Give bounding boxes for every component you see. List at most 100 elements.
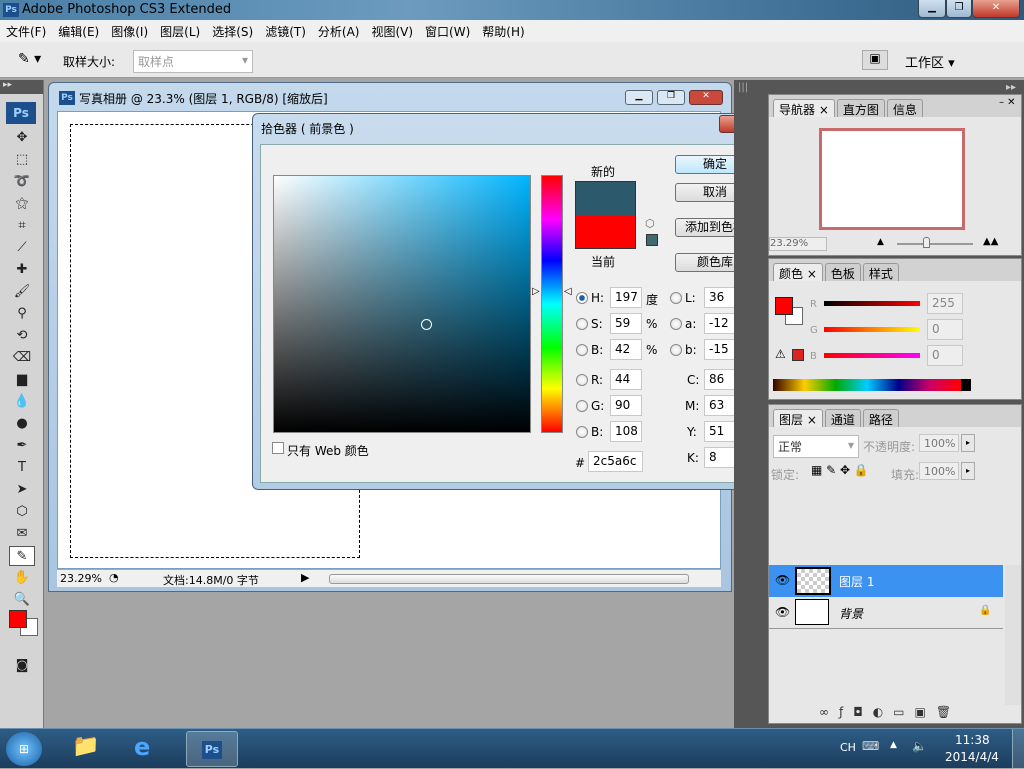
eraser-tool-icon[interactable]: ⌫ [9, 348, 35, 368]
color-r-input[interactable]: 255 [927, 293, 963, 314]
web-safe-swatch[interactable] [646, 234, 658, 246]
menu-window[interactable]: 窗口(W) [419, 20, 476, 42]
color-panel-fg-swatch[interactable] [775, 297, 793, 315]
type-tool-icon[interactable]: T [9, 458, 35, 478]
c-input[interactable]: 86 [704, 369, 736, 390]
tab-navigator[interactable]: 导航器 × [773, 99, 835, 117]
blur-tool-icon[interactable]: 💧 [9, 392, 35, 412]
gradient-tool-icon[interactable]: ▆ [9, 370, 35, 390]
m-input[interactable]: 63 [704, 395, 736, 416]
doc-minimize-button[interactable]: ▁ [625, 90, 653, 105]
fill-input[interactable]: 100% [919, 462, 959, 480]
photoshop-taskbar-button[interactable]: Ps [186, 731, 238, 767]
eyedropper-preset-icon[interactable]: ✎ ▾ [18, 51, 41, 67]
tab-paths[interactable]: 路径 [862, 409, 899, 427]
menu-image[interactable]: 图像(I) [105, 20, 154, 42]
menu-select[interactable]: 选择(S) [206, 20, 259, 42]
lock-icons[interactable]: ▦ ✎ ✥ 🔒 [811, 463, 869, 477]
fill-slider-arrow[interactable]: ▸ [961, 462, 975, 480]
color-ramp[interactable] [773, 379, 971, 391]
color-g-input[interactable]: 0 [927, 319, 963, 340]
y-input[interactable]: 51 [704, 421, 736, 442]
tab-histogram[interactable]: 直方图 [836, 99, 885, 117]
l-radio[interactable] [670, 292, 682, 304]
menu-layer[interactable]: 图层(L) [154, 20, 206, 42]
color-g-slider[interactable] [824, 327, 920, 332]
h-radio[interactable] [576, 292, 588, 304]
volume-icon[interactable]: 🔈 [912, 739, 927, 753]
doc-restore-button[interactable]: ❐ [657, 90, 685, 105]
notes-tool-icon[interactable]: ✉ [9, 524, 35, 544]
minimize-button[interactable]: ▁ [918, 0, 946, 18]
opacity-input[interactable]: 100% [919, 434, 959, 452]
dodge-tool-icon[interactable]: ● [9, 414, 35, 434]
blend-mode-select[interactable]: 正常 ▾ [773, 435, 859, 458]
zoom-out-icon[interactable]: ▲ [877, 237, 884, 247]
navigator-zoom-input[interactable]: 23.29% [769, 237, 827, 251]
language-indicator[interactable]: CH [840, 741, 856, 754]
sample-size-select[interactable]: 取样点 ▾ [133, 50, 253, 73]
ie-taskbar-icon[interactable]: e [134, 733, 150, 761]
layer-name[interactable]: 图层 1 [839, 573, 874, 590]
tab-layers[interactable]: 图层 × [773, 409, 823, 427]
g-input[interactable]: 90 [610, 395, 642, 416]
color-field[interactable] [273, 175, 531, 433]
marquee-tool-icon[interactable]: ⬚ [9, 150, 35, 170]
close-button[interactable]: ✕ [972, 0, 1020, 18]
zoom-in-icon[interactable]: ▲▲ [983, 236, 998, 247]
clock-time[interactable]: 11:38 [955, 733, 990, 747]
crop-tool-icon[interactable]: ⌗ [9, 216, 35, 236]
foreground-color-swatch[interactable] [9, 610, 27, 628]
menu-help[interactable]: 帮助(H) [476, 20, 530, 42]
opacity-slider-arrow[interactable]: ▸ [961, 434, 975, 452]
shape-tool-icon[interactable]: ⬡ [9, 502, 35, 522]
layers-scrollbar[interactable] [1005, 565, 1021, 705]
start-button[interactable]: ⊞ [6, 732, 42, 766]
doc-close-button[interactable]: ✕ [689, 90, 723, 105]
layer-row-background[interactable]: 👁 背景 🔒 [769, 597, 1003, 629]
eyedropper-tool-icon[interactable]: ✎ [9, 546, 35, 566]
layer-name[interactable]: 背景 [839, 605, 863, 622]
navigator-slider-thumb[interactable] [923, 237, 930, 248]
explorer-taskbar-icon[interactable]: 📁 [72, 734, 99, 759]
tray-expand-icon[interactable]: ▲ [890, 740, 897, 750]
color-b-slider[interactable] [824, 353, 920, 358]
h-input[interactable]: 197 [610, 287, 642, 308]
color-field-cursor[interactable] [421, 319, 432, 330]
zoom-tool-icon[interactable]: 🔍 [9, 590, 35, 610]
brightness-radio[interactable] [576, 344, 588, 356]
s-radio[interactable] [576, 318, 588, 330]
menu-view[interactable]: 视图(V) [365, 20, 419, 42]
move-tool-icon[interactable]: ✥ [9, 128, 35, 148]
stamp-tool-icon[interactable]: ⚲ [9, 304, 35, 324]
restore-button[interactable]: ❐ [946, 0, 972, 18]
brightness-input[interactable]: 42 [610, 339, 642, 360]
keyboard-icon[interactable]: ⌨ [862, 739, 879, 753]
menu-edit[interactable]: 编辑(E) [52, 20, 105, 42]
color-b-input[interactable]: 0 [927, 345, 963, 366]
tab-channels[interactable]: 通道 [824, 409, 861, 427]
hue-slider[interactable] [541, 175, 563, 433]
blue-input[interactable]: 108 [610, 421, 642, 442]
history-brush-icon[interactable]: ⟲ [9, 326, 35, 346]
visibility-eye-icon[interactable]: 👁 [775, 573, 790, 587]
g-radio[interactable] [576, 400, 588, 412]
dock-collapse-icon[interactable]: ▸▸ [1006, 82, 1016, 93]
tab-info[interactable]: 信息 [886, 99, 923, 117]
path-select-icon[interactable]: ➤ [9, 480, 35, 500]
color-r-slider[interactable] [824, 301, 920, 306]
pen-tool-icon[interactable]: ✒ [9, 436, 35, 456]
r-input[interactable]: 44 [610, 369, 642, 390]
a-radio[interactable] [670, 318, 682, 330]
toolbox-collapse-icon[interactable]: ▸▸ [0, 80, 43, 94]
hue-slider-right-arrow-icon[interactable]: ◁ [564, 286, 572, 297]
magic-wand-icon[interactable]: ⚝ [9, 194, 35, 214]
tab-styles[interactable]: 样式 [862, 263, 899, 281]
s-input[interactable]: 59 [610, 313, 642, 334]
layers-footer-icons[interactable]: ∞ƒ◘◐▭▣🗑 [819, 705, 961, 719]
blue-radio[interactable] [576, 426, 588, 438]
dock-grip-icon[interactable]: ||| [738, 82, 748, 93]
navigator-thumbnail[interactable] [819, 128, 965, 230]
slice-tool-icon[interactable]: ⟋ [9, 238, 35, 258]
gamut-warning-icon[interactable]: ⚠ [775, 347, 786, 361]
